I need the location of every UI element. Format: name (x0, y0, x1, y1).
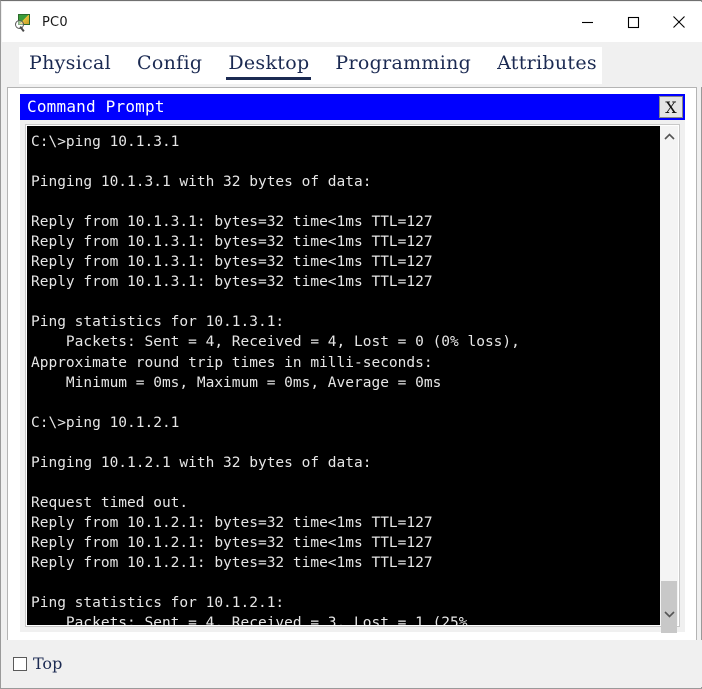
window-controls (564, 2, 702, 42)
command-prompt-body: C:\>ping 10.1.3.1 Pinging 10.1.3.1 with … (25, 124, 680, 633)
minimize-button[interactable] (564, 2, 610, 42)
footer-bar: Top (2, 640, 702, 687)
top-checkbox[interactable] (13, 656, 27, 671)
top-checkbox-group[interactable]: Top (13, 654, 62, 673)
tab-physical[interactable]: Physical (27, 47, 113, 77)
command-prompt-window: Command Prompt X C:\>ping 10.1.3.1 Pingi… (20, 94, 685, 633)
terminal-vertical-scrollbar[interactable] (660, 126, 678, 633)
window-titlebar: PC0 (2, 2, 702, 42)
pc0-window: PC0 Physical Config Desktop Programming … (0, 0, 702, 689)
command-prompt-title: Command Prompt (27, 97, 165, 116)
tab-programming[interactable]: Programming (333, 47, 473, 77)
terminal-text: C:\>ping 10.1.3.1 Pinging 10.1.3.1 with … (31, 134, 520, 625)
close-button[interactable] (656, 2, 702, 42)
terminal-output-area[interactable]: C:\>ping 10.1.3.1 Pinging 10.1.3.1 with … (27, 126, 661, 625)
command-prompt-close-button[interactable]: X (659, 96, 683, 118)
tab-desktop[interactable]: Desktop (226, 47, 312, 80)
top-checkbox-label: Top (33, 654, 63, 673)
tabstrip: Physical Config Desktop Programming Attr… (19, 47, 602, 84)
desktop-panel: Command Prompt X C:\>ping 10.1.3.1 Pingi… (7, 87, 697, 641)
command-prompt-titlebar[interactable]: Command Prompt X (20, 94, 685, 120)
scroll-down-arrow-icon[interactable] (660, 605, 678, 623)
tab-config[interactable]: Config (135, 47, 204, 77)
tab-attributes[interactable]: Attributes (495, 47, 599, 77)
tabstrip-container: Physical Config Desktop Programming Attr… (2, 42, 702, 87)
maximize-button[interactable] (610, 2, 656, 42)
packet-tracer-pc-icon (15, 13, 33, 32)
scroll-up-arrow-icon[interactable] (660, 128, 678, 146)
window-title: PC0 (42, 14, 68, 30)
